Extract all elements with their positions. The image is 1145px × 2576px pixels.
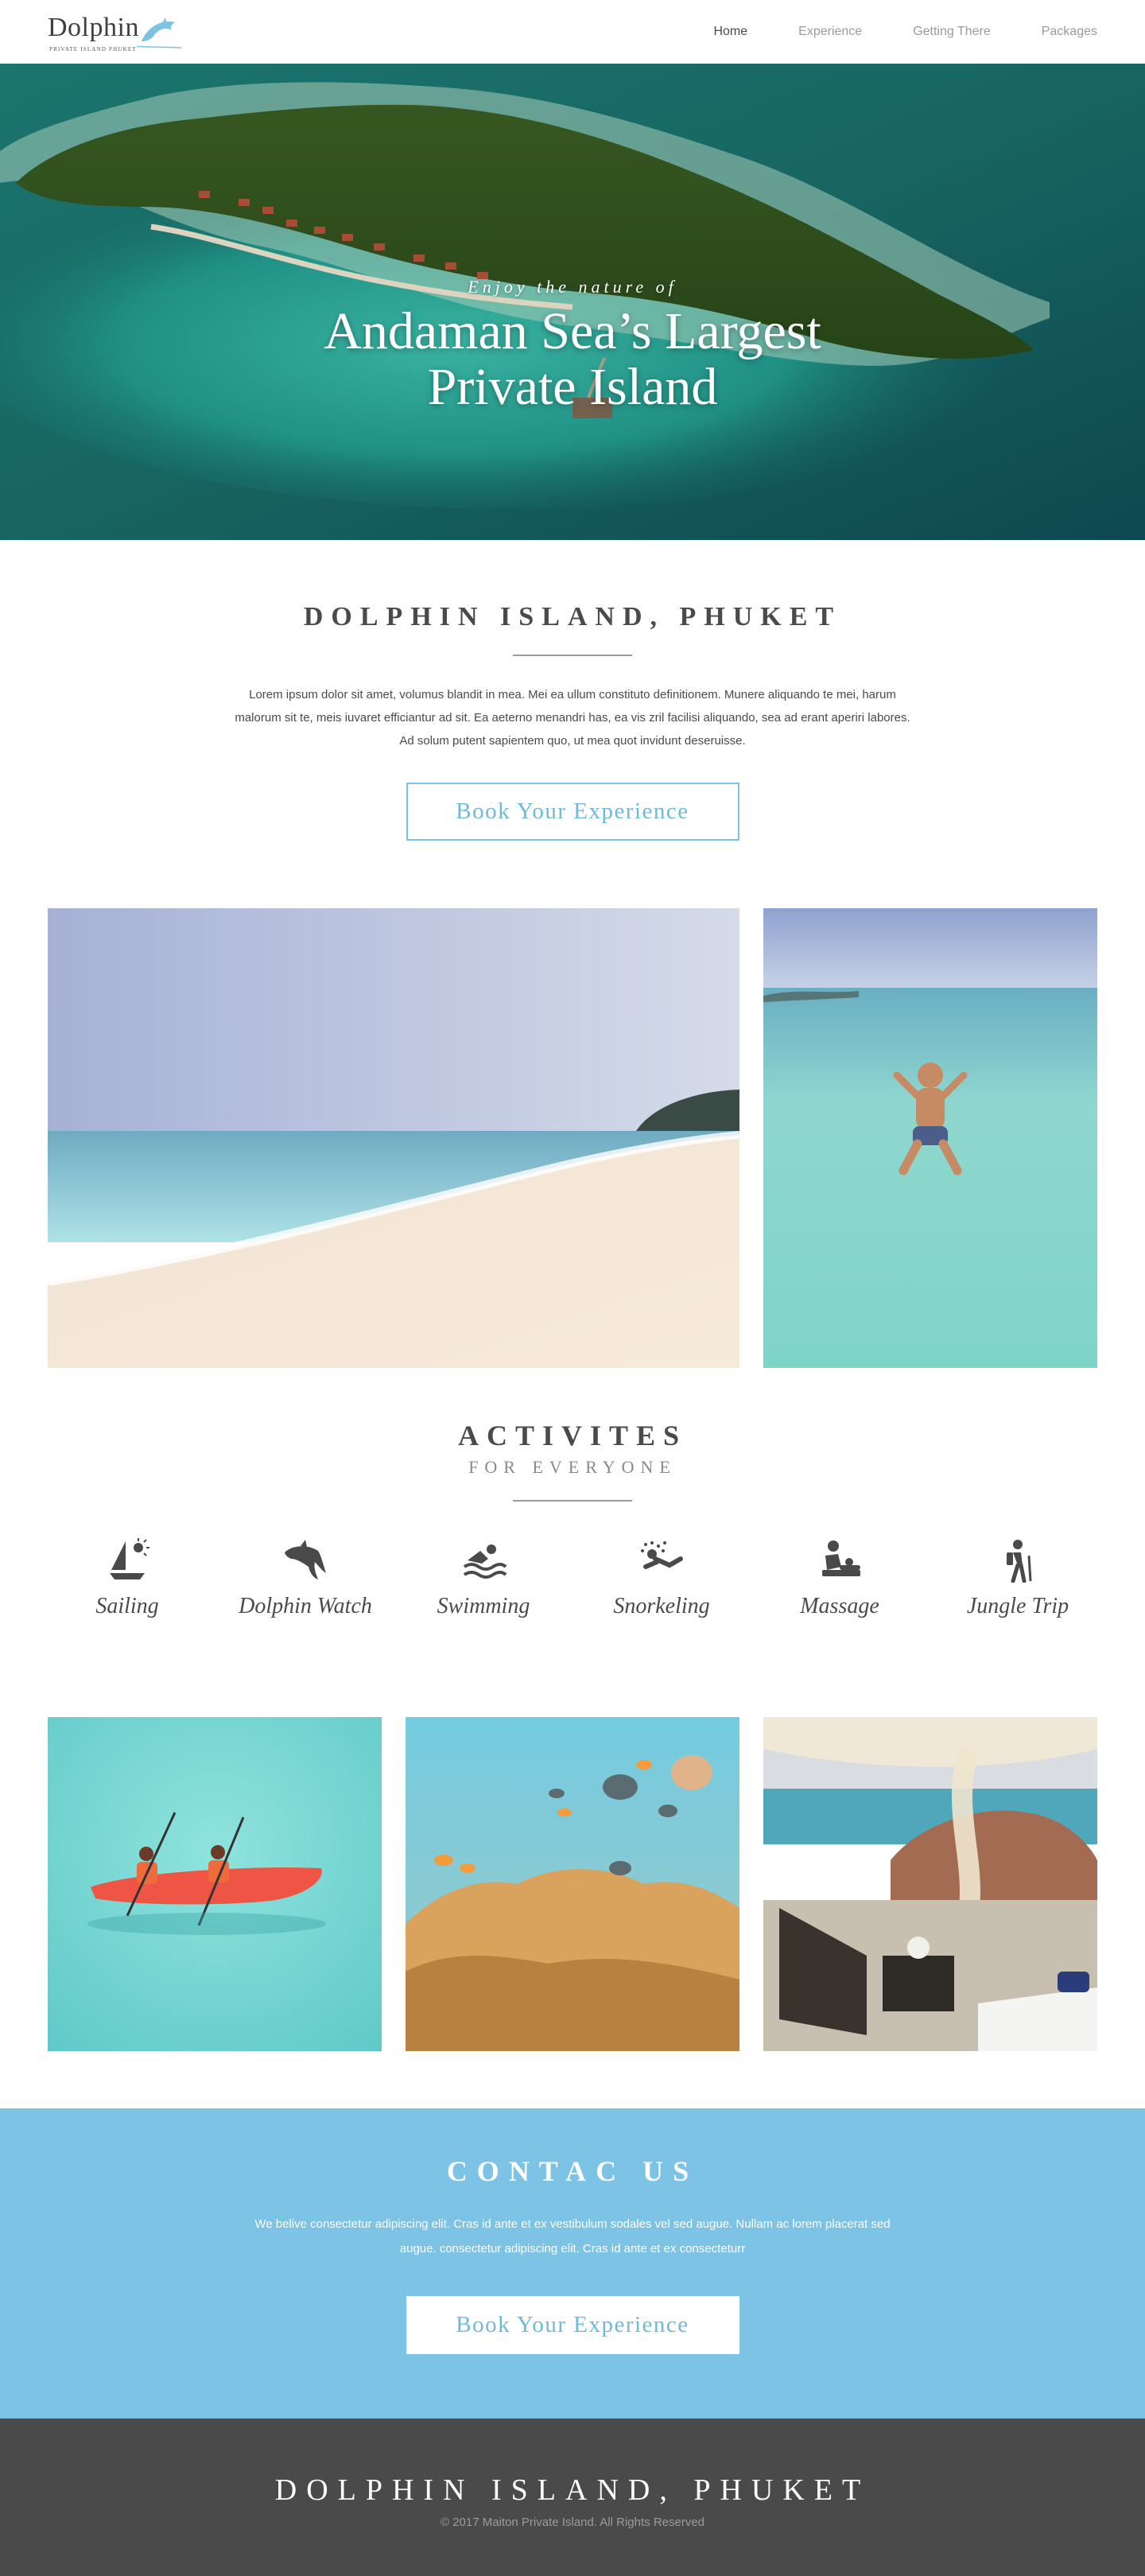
beach-cabana-photo <box>763 1717 1097 2051</box>
contact-title: CONTAC US <box>446 2155 699 2187</box>
activity-sailing[interactable]: Sailing <box>48 1538 207 1619</box>
contact-section: CONTAC US We belive consectetur adipisci… <box>0 2108 1145 2419</box>
contact-text-line-1: We belive consectetur adipiscing elit. C… <box>254 2217 891 2231</box>
activity-snorkeling[interactable]: Snorkeling <box>582 1538 741 1619</box>
activity-label: Jungle Trip <box>966 1594 1069 1618</box>
hero-title-line-2: Private Island <box>427 358 718 416</box>
massage-icon <box>822 1541 860 1576</box>
divider <box>513 1500 632 1502</box>
logo[interactable]: Dolphin PRIVATE ISLAND PHUKET <box>48 13 191 52</box>
activity-label: Dolphin Watch <box>239 1594 372 1618</box>
logo-wordmark: Dolphin <box>48 13 139 42</box>
coral-reef-photo <box>406 1717 739 2051</box>
hiking-icon <box>1007 1540 1032 1583</box>
kayak-photo <box>48 1717 382 2051</box>
nav-packages[interactable]: Packages <box>1042 25 1097 39</box>
main-nav: Home Experience Getting There Packages <box>713 0 1097 64</box>
activities-subtitle: FOR EVERYONE <box>468 1457 677 1477</box>
hero-banner: Enjoy the nature of Andaman Sea’s Larges… <box>0 64 1145 540</box>
photo-row <box>0 908 1145 1368</box>
contact-text-line-2: augue. consectetur adipiscing elit. Cras… <box>399 2242 746 2255</box>
snorkeling-icon <box>641 1541 683 1569</box>
beach-photo <box>48 908 739 1368</box>
site-header: Dolphin PRIVATE ISLAND PHUKET Home Exper… <box>0 0 1145 64</box>
swimmer-photo <box>763 908 1097 1368</box>
dolphin-icon <box>285 1540 326 1579</box>
book-experience-button[interactable]: Book Your Experience <box>406 783 739 841</box>
hero-title: Andaman Sea’s Largest Private Island <box>0 304 1145 415</box>
site-footer: DOLPHIN ISLAND, PHUKET © 2017 Maiton Pri… <box>0 2419 1145 2576</box>
dolphin-logo-icon <box>137 17 182 49</box>
activities-section: ACTIVITES FOR EVERYONE Sailing Dolphin W… <box>0 1368 1145 1717</box>
intro-title: DOLPHIN ISLAND, PHUKET <box>303 602 842 631</box>
activities-grid: Sailing Dolphin Watch Swimming Snorkelin… <box>0 1538 1145 1619</box>
contact-text: We belive consectetur adipiscing elit. C… <box>231 2212 914 2261</box>
nav-home[interactable]: Home <box>713 25 747 39</box>
activity-swimming[interactable]: Swimming <box>404 1538 563 1619</box>
activity-label: Massage <box>800 1594 879 1618</box>
intro-text: Lorem ipsum dolor sit amet, volumus blan… <box>235 688 910 748</box>
footer-copyright: © 2017 Maiton Private Island. All Rights… <box>440 2516 705 2529</box>
hero-title-line-1: Andaman Sea’s Largest <box>324 302 821 360</box>
nav-experience[interactable]: Experience <box>798 25 862 39</box>
divider <box>513 655 632 656</box>
activity-massage[interactable]: Massage <box>760 1538 919 1619</box>
logo-subtitle: PRIVATE ISLAND PHUKET <box>49 46 137 52</box>
hero-kicker: Enjoy the nature of <box>468 277 677 297</box>
activities-title: ACTIVITES <box>457 1420 688 1451</box>
activity-label: Swimming <box>437 1594 530 1618</box>
footer-title: DOLPHIN ISLAND, PHUKET <box>274 2473 871 2507</box>
swimming-icon <box>463 1544 507 1579</box>
activity-label: Sailing <box>95 1594 159 1618</box>
nav-getting-there[interactable]: Getting There <box>913 25 991 39</box>
activity-jungle-trip[interactable]: Jungle Trip <box>938 1538 1097 1619</box>
activity-dolphin-watch[interactable]: Dolphin Watch <box>226 1538 385 1619</box>
hero-heading-block: Enjoy the nature of Andaman Sea’s Larges… <box>0 277 1145 415</box>
intro-section: DOLPHIN ISLAND, PHUKET Lorem ipsum dolor… <box>0 540 1145 908</box>
activity-gallery <box>0 1717 1145 2108</box>
sailing-icon <box>110 1538 149 1579</box>
contact-book-experience-button[interactable]: Book Your Experience <box>406 2296 739 2354</box>
activity-label: Snorkeling <box>613 1594 710 1618</box>
